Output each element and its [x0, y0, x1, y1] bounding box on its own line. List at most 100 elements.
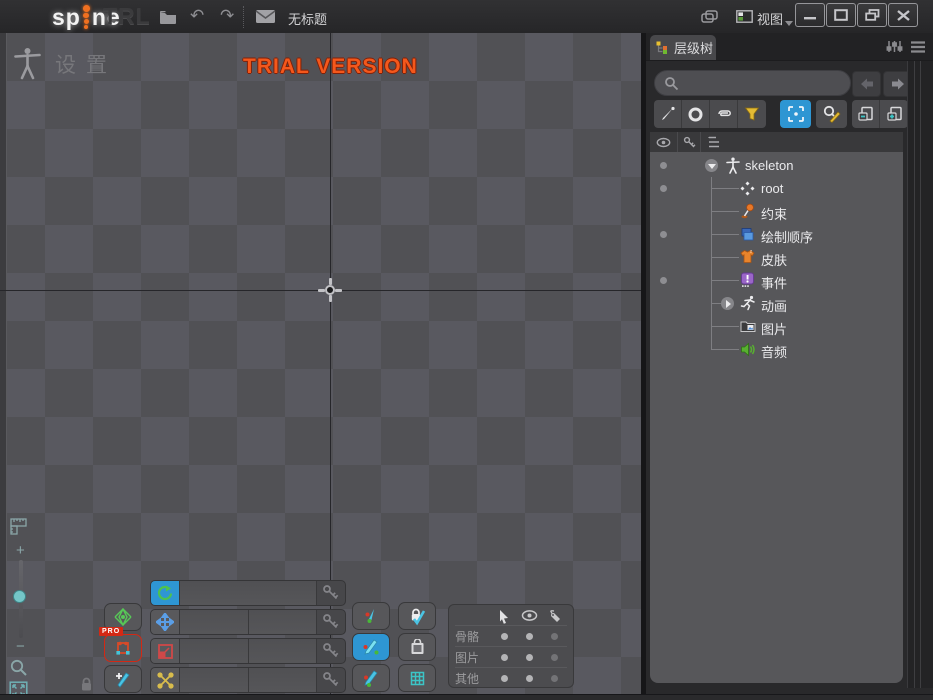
minimize-button[interactable]: [795, 3, 825, 27]
clipboard-button[interactable]: [398, 633, 436, 661]
eye-icon: [656, 137, 671, 147]
magnifier-pencil-icon: [823, 105, 841, 123]
visible-dot[interactable]: [660, 231, 667, 238]
tree-row-skeleton[interactable]: skeleton: [650, 154, 903, 177]
auto-frame-button[interactable]: [780, 100, 811, 128]
undo-icon[interactable]: ↶: [190, 6, 204, 26]
rotate-value-field[interactable]: [179, 581, 316, 605]
tree-row-animations[interactable]: 动画: [650, 292, 903, 315]
view-menu-caret-icon: [785, 21, 793, 26]
magnifier-icon[interactable]: [9, 658, 28, 677]
column-visible[interactable]: [650, 132, 678, 152]
rotate-key-button[interactable]: [316, 581, 345, 605]
editor-viewport[interactable]: 设置 TRIAL VERSION + − PRO 骨骼 图片 其他: [0, 33, 641, 700]
tree-connector: [711, 211, 739, 212]
logo-dots-icon: [82, 5, 91, 29]
rotate-tool-button[interactable]: [151, 581, 179, 605]
bones-visible-dot[interactable]: [526, 632, 533, 640]
zoom-in-label[interactable]: +: [16, 542, 25, 559]
panel-scrollbar[interactable]: [907, 61, 933, 688]
create-tool-button[interactable]: [104, 665, 142, 693]
images-visible-dot[interactable]: [526, 653, 533, 661]
visibility-row-other: 其他: [455, 667, 567, 688]
shear-y-field[interactable]: [247, 668, 316, 692]
keyframe-key-icon: [323, 672, 339, 687]
bone-select-button[interactable]: [352, 602, 390, 630]
collapsed-expander[interactable]: [721, 297, 734, 310]
shear-key-button[interactable]: [316, 668, 345, 692]
images-folder-icon: [740, 321, 756, 332]
tree-row-images[interactable]: 图片: [650, 315, 903, 338]
scale-x-field[interactable]: [179, 639, 248, 663]
bones-select-dot[interactable]: [501, 632, 508, 640]
visible-dot[interactable]: [660, 277, 667, 284]
expand-all-button[interactable]: [880, 100, 908, 128]
titlebar: sp ne TRL ↶ ↷ 无标题 视图: [0, 0, 933, 34]
zoom-out-label[interactable]: −: [16, 638, 25, 655]
pose-select-button[interactable]: [352, 664, 390, 692]
scale-icon: [157, 643, 173, 659]
filter-slots-button[interactable]: [682, 100, 710, 128]
tree-row-constraints[interactable]: 约束: [650, 200, 903, 223]
maximize-button[interactable]: [826, 3, 856, 27]
lock-check-button[interactable]: [398, 602, 436, 630]
pages-icon[interactable]: [701, 10, 721, 28]
redo-icon[interactable]: ↷: [220, 6, 234, 26]
view-menu[interactable]: 视图: [757, 9, 783, 28]
tree-row-skins[interactable]: 2 皮肤: [650, 246, 903, 269]
translate-tool-button[interactable]: [151, 610, 179, 634]
translate-key-button[interactable]: [316, 610, 345, 634]
collapse-expander[interactable]: [705, 159, 718, 172]
arrow-select-button[interactable]: [352, 633, 390, 661]
shear-x-field[interactable]: [179, 668, 248, 692]
translate-x-field[interactable]: [179, 610, 248, 634]
tree-connector: [711, 257, 739, 258]
viewport-controls: + −: [8, 518, 38, 700]
grid-button[interactable]: [398, 664, 436, 692]
open-folder-icon[interactable]: [158, 8, 178, 26]
tree-row-root[interactable]: root: [650, 177, 903, 200]
tree-connector: [711, 188, 739, 189]
nav-back-button[interactable]: [852, 71, 881, 97]
other-label-dot[interactable]: [551, 674, 558, 682]
tree-label: skeleton: [745, 158, 794, 173]
weights-mesh-icon: [116, 641, 130, 655]
scale-key-button[interactable]: [316, 639, 345, 663]
root-bone-marker[interactable]: [316, 276, 344, 304]
images-label-dot[interactable]: [551, 653, 558, 661]
tree-row-events[interactable]: 事件: [650, 269, 903, 292]
collapse-all-button[interactable]: [852, 100, 880, 128]
view-layout-icon[interactable]: [736, 10, 756, 28]
mail-icon[interactable]: [255, 9, 276, 27]
restore-button[interactable]: [857, 3, 887, 27]
tree-row-draw-order[interactable]: 绘制顺序: [650, 223, 903, 246]
other-visible-dot[interactable]: [526, 674, 533, 682]
scale-y-field[interactable]: [247, 639, 316, 663]
filter-funnel-button[interactable]: [738, 100, 766, 128]
column-tree[interactable]: [701, 132, 729, 152]
close-button[interactable]: [888, 3, 918, 27]
scale-tool-button[interactable]: [151, 639, 179, 663]
shear-tool-button[interactable]: [151, 668, 179, 692]
tab-hierarchy-tree[interactable]: 层级树: [650, 35, 716, 60]
tree-row-audio[interactable]: 音频: [650, 338, 903, 361]
search-input[interactable]: [654, 70, 851, 96]
visible-dot[interactable]: [660, 162, 667, 169]
filter-sliders-icon[interactable]: [886, 39, 903, 54]
visible-dot[interactable]: [660, 185, 667, 192]
ruler-icon[interactable]: [10, 518, 27, 535]
bones-label-dot[interactable]: [551, 632, 558, 640]
weights-tool-button[interactable]: [104, 634, 142, 662]
filter-button-group: [654, 100, 766, 128]
panel-menu-icon[interactable]: [910, 41, 926, 53]
translate-y-field[interactable]: [247, 610, 316, 634]
column-locked[interactable]: [678, 132, 701, 152]
other-select-dot[interactable]: [501, 674, 508, 682]
visibility-row-images: 图片: [455, 646, 567, 667]
filter-attachments-button[interactable]: [710, 100, 738, 128]
search-edit-button[interactable]: [816, 100, 847, 128]
lock-icon[interactable]: [80, 677, 93, 692]
filter-bones-button[interactable]: [654, 100, 682, 128]
zoom-slider-handle[interactable]: [13, 590, 26, 603]
images-select-dot[interactable]: [501, 653, 508, 661]
